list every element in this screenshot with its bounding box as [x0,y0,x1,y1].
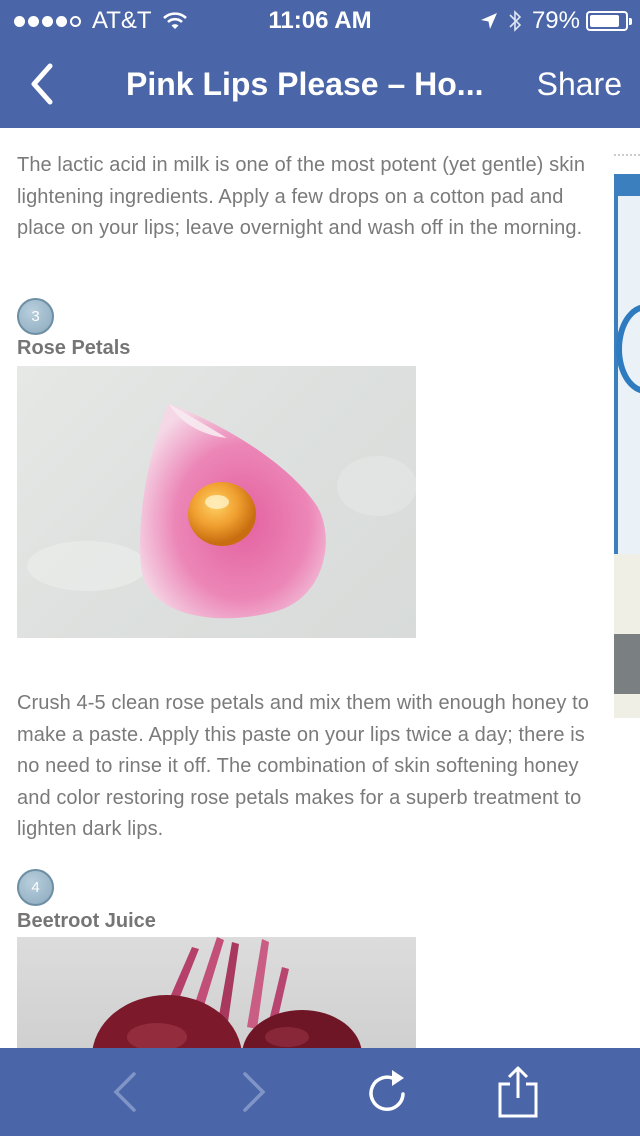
battery-percent: 79% [531,7,580,34]
share-action-button[interactable] [490,1064,546,1120]
status-right: 79% [480,7,632,35]
reload-icon [369,1070,405,1111]
ad-lower-band [614,634,640,694]
reload-button[interactable] [360,1064,416,1120]
share-icon [498,1066,538,1118]
battery-nub [629,18,632,25]
browser-forward-button[interactable] [226,1064,282,1120]
side-advertisement[interactable] [614,174,640,718]
chevron-left-icon [31,63,53,105]
beetroot-image [17,937,416,1048]
step-title: Rose Petals [17,337,131,359]
bluetooth-icon [509,10,522,32]
top-bar: AT&T 11:06 AM 79% Pink Lips Please – Ho.… [0,0,640,128]
bottom-toolbar [0,1048,640,1136]
sidebar-divider [614,154,640,156]
page-title: Pink Lips Please – Ho... [126,66,484,102]
chevron-right-icon [243,1072,266,1112]
step-description: Crush 4-5 clean rose petals and mix them… [17,692,589,841]
battery-icon [586,11,632,31]
step-number-badge: 4 [17,869,54,906]
back-button[interactable] [24,62,64,106]
chevron-left-icon [113,1072,136,1112]
navigation-bar: Pink Lips Please – Ho... Share [0,40,640,128]
intro-paragraph: The lactic acid in milk is one of the mo… [17,154,586,240]
browser-back-button[interactable] [97,1064,153,1120]
battery-fill [590,15,619,27]
share-button[interactable]: Share [537,66,622,103]
article-content[interactable]: The lactic acid in milk is one of the mo… [0,128,640,1048]
beetroot-illustration [92,937,362,1048]
step-title: Beetroot Juice [17,910,156,932]
status-bar: AT&T 11:06 AM 79% [0,0,640,40]
rose-petal-image [17,366,416,638]
rose-petal-illustration [27,404,416,619]
location-arrow-icon [480,13,497,29]
step-number-badge: 3 [17,298,54,335]
